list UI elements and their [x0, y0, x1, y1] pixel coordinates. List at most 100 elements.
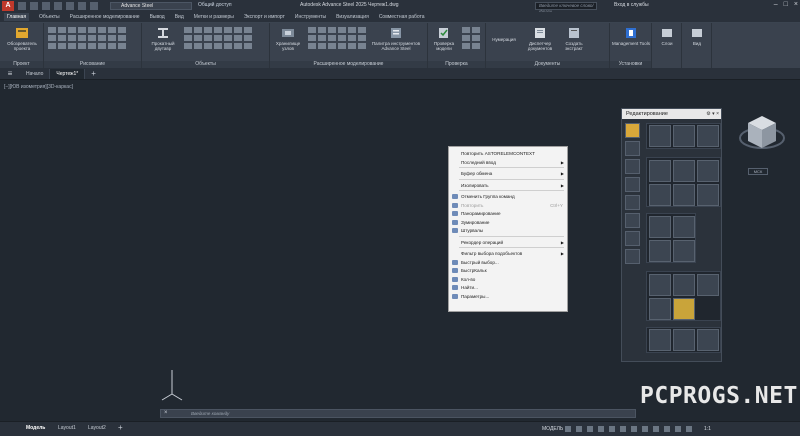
ribbon-tab[interactable]: Главная [4, 13, 30, 21]
context-menu-item[interactable]: Изолировать ▶ [449, 181, 567, 190]
ortho-icon[interactable] [587, 426, 593, 432]
polar-icon[interactable] [598, 426, 604, 432]
side-tool-icon[interactable] [625, 249, 640, 264]
edit-tool-icon[interactable] [649, 298, 671, 320]
viewport-controls-label[interactable]: [−][ЮВ изометрия][3D-каркас] [4, 84, 73, 90]
redo-icon[interactable] [90, 2, 98, 10]
edit-tool-icon[interactable] [697, 184, 719, 206]
grid-icon[interactable] [565, 426, 571, 432]
autoscale-icon[interactable] [686, 426, 692, 432]
edit-tool-icon[interactable] [649, 274, 671, 296]
viewcube-icon[interactable] [738, 108, 786, 163]
edit-tool-icon[interactable] [673, 184, 695, 206]
ribbon-tab[interactable]: Метки и размеры [194, 14, 234, 20]
edit-tool-icon[interactable] [673, 216, 695, 238]
new-tab-plus-icon[interactable]: + [85, 69, 102, 78]
joint-vault-button[interactable]: Хранилище узлов [272, 27, 304, 51]
maximize-icon[interactable]: □ [784, 1, 788, 8]
side-tool-icon[interactable] [625, 177, 640, 192]
tab-layout2[interactable]: Layout2 [88, 425, 106, 431]
edit-tool-icon[interactable] [673, 298, 695, 320]
tab-drawing1[interactable]: Чертеж1* [50, 68, 86, 79]
ribbon-tab[interactable]: Вид [175, 14, 184, 20]
transparency-icon[interactable] [642, 426, 648, 432]
close-icon[interactable]: × [794, 1, 798, 8]
palette-window-controls-icon[interactable]: ⚙ ▾ × [706, 109, 719, 119]
object-tools[interactable] [184, 27, 252, 49]
check-model-button[interactable]: Проверка модели [430, 27, 458, 51]
edit-tool-icon[interactable] [697, 125, 719, 147]
snap-icon[interactable] [576, 426, 582, 432]
login-button[interactable]: Вход в службы [614, 2, 649, 8]
lineweight-icon[interactable] [631, 426, 637, 432]
edit-tool-icon[interactable] [649, 125, 671, 147]
context-menu-item[interactable]: Последний ввод ▶ [449, 158, 567, 167]
ribbon-tab[interactable]: Совместная работа [379, 14, 425, 20]
print-icon[interactable] [66, 2, 74, 10]
rolled-beam-button[interactable]: Прокатный двутавр [146, 27, 180, 51]
management-tools-button[interactable]: Management Tools [612, 27, 650, 46]
tab-model[interactable]: Модель [26, 425, 45, 431]
hamburger-menu-icon[interactable]: ≡ [0, 69, 20, 78]
new-icon[interactable] [18, 2, 26, 10]
gizmo-icon[interactable] [664, 426, 670, 432]
side-tool-icon[interactable] [625, 213, 640, 228]
ribbon-tab[interactable]: Визуализация [336, 14, 369, 20]
app-logo-icon[interactable]: A [2, 1, 14, 11]
tab-start[interactable]: Начало [20, 68, 51, 79]
edit-tool-icon[interactable] [649, 160, 671, 182]
edit-tool-icon[interactable] [649, 329, 671, 351]
otrack-icon[interactable] [620, 426, 626, 432]
edit-tool-icon[interactable] [673, 329, 695, 351]
wcs-menu[interactable]: МСК [748, 168, 768, 175]
save-as-icon[interactable] [54, 2, 62, 10]
advanced-tools[interactable] [308, 27, 366, 49]
ribbon-tab[interactable]: Вывод [150, 14, 165, 20]
edit-tool-icon[interactable] [673, 274, 695, 296]
shared-access-link[interactable]: Общий доступ [198, 2, 232, 8]
layers-button[interactable]: Слои [654, 27, 680, 46]
command-input[interactable]: Введите команду [191, 411, 229, 416]
selection-cycling-icon[interactable] [653, 426, 659, 432]
edit-tool-icon[interactable] [649, 184, 671, 206]
side-tool-icon[interactable] [625, 159, 640, 174]
numbering-button[interactable]: Нумерация [488, 37, 520, 42]
edit-tool-icon[interactable] [673, 125, 695, 147]
edit-tool-icon[interactable] [673, 240, 695, 262]
check-tools[interactable] [462, 27, 480, 49]
side-tool-icon[interactable] [625, 141, 640, 156]
side-tool-icon[interactable] [625, 123, 640, 138]
osnap-icon[interactable] [609, 426, 615, 432]
ribbon-tab[interactable]: Экспорт и импорт [244, 14, 285, 20]
project-explorer-button[interactable]: Обозреватель проекта [4, 27, 40, 51]
edit-tool-icon[interactable] [649, 216, 671, 238]
view-button[interactable]: Вид [684, 27, 710, 46]
context-menu-item[interactable]: Рекордер операций ▶ [449, 238, 567, 247]
ribbon-tab[interactable]: Расширенное моделирование [70, 14, 140, 20]
save-icon[interactable] [42, 2, 50, 10]
side-tool-icon[interactable] [625, 195, 640, 210]
model-space-toggle[interactable]: МОДЕЛЬ [542, 426, 563, 432]
workspace-select[interactable]: Advance Steel [110, 2, 192, 10]
add-layout-plus-icon[interactable]: + [118, 423, 123, 432]
open-icon[interactable] [30, 2, 38, 10]
edit-tool-icon[interactable] [697, 329, 719, 351]
command-line[interactable]: × Введите команду [160, 409, 636, 418]
side-tool-icon[interactable] [625, 231, 640, 246]
ribbon-tab[interactable]: Инструменты [295, 14, 326, 20]
annotation-scale[interactable]: 1:1 [704, 426, 711, 432]
close-icon[interactable]: × [164, 410, 168, 416]
draw-tools[interactable] [48, 27, 126, 49]
ribbon-tab[interactable]: Объекты [39, 14, 60, 20]
edit-tool-icon[interactable] [673, 160, 695, 182]
tool-palette-button[interactable]: Палитра инструментов Advance Steel [366, 27, 426, 51]
edit-tool-icon[interactable] [697, 274, 719, 296]
edit-tool-icon[interactable] [649, 240, 671, 262]
context-menu-item[interactable]: Буфер обмена ▶ [449, 169, 567, 178]
annotation-visibility-icon[interactable] [675, 426, 681, 432]
edit-tool-icon[interactable] [697, 160, 719, 182]
undo-icon[interactable] [78, 2, 86, 10]
context-menu-item[interactable]: Штурвалы [449, 226, 567, 235]
context-menu-item[interactable]: Параметры... [449, 292, 567, 301]
palette-header[interactable]: Редактирование ⚙ ▾ × [622, 109, 721, 119]
